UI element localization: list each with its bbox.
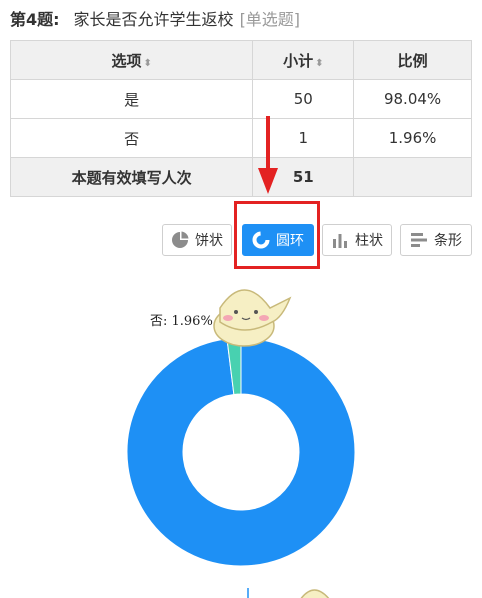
tab-label: 柱状 xyxy=(355,233,383,249)
tab-bar[interactable]: 柱状 xyxy=(322,224,392,256)
slice-label-no: 否: 1.96% xyxy=(150,314,213,329)
header-ratio: 比例 xyxy=(353,40,472,80)
question-text: 家长是否允许学生返校 xyxy=(73,10,234,29)
sort-icon[interactable]: ⬍ xyxy=(315,58,323,69)
bars-horizontal-icon xyxy=(411,233,427,247)
ratio-cell: 1.96% xyxy=(353,118,472,158)
pie-icon xyxy=(172,231,189,248)
option-cell: 是 xyxy=(9,79,254,119)
table-header-row: 选项 ⬍ 小计 ⬍ 比例 xyxy=(9,40,472,80)
table-row: 否 1 1.96% xyxy=(9,118,472,158)
donut-slices xyxy=(126,337,356,567)
results-table: 选项 ⬍ 小计 ⬍ 比例 是 50 98.04% 否 1 1.96% 本题有效填写人… xyxy=(9,40,472,197)
bar-chart-icon xyxy=(333,234,347,248)
total-label: 本题有效填写人次 xyxy=(9,157,254,197)
tab-horizontal-bar[interactable]: 条形 xyxy=(400,224,472,256)
annotation-highlight-box xyxy=(234,201,320,269)
option-cell: 否 xyxy=(9,118,254,158)
question-type: [单选题] xyxy=(239,10,301,29)
header-count[interactable]: 小计 ⬍ xyxy=(252,40,355,80)
donut-chart xyxy=(126,289,356,598)
tab-pie[interactable]: 饼状 xyxy=(162,224,232,256)
mascot-sticker-icon xyxy=(213,289,292,347)
tab-label: 饼状 xyxy=(195,233,223,249)
table-row: 是 50 98.04% xyxy=(9,79,472,119)
ratio-cell: 98.04% xyxy=(353,79,472,119)
count-cell: 50 xyxy=(252,79,355,119)
tab-label: 条形 xyxy=(434,233,462,249)
annotation-arrow-icon xyxy=(258,116,278,194)
header-option[interactable]: 选项 ⬍ xyxy=(9,40,254,80)
total-row: 本题有效填写人次 51 xyxy=(9,157,472,197)
question-title: 第4题: 家长是否允许学生返校 [单选题] xyxy=(10,8,300,32)
question-number: 第4题: xyxy=(10,10,60,29)
sort-icon[interactable]: ⬍ xyxy=(144,58,152,69)
total-empty xyxy=(353,157,472,197)
mascot-peek-icon xyxy=(300,589,330,598)
